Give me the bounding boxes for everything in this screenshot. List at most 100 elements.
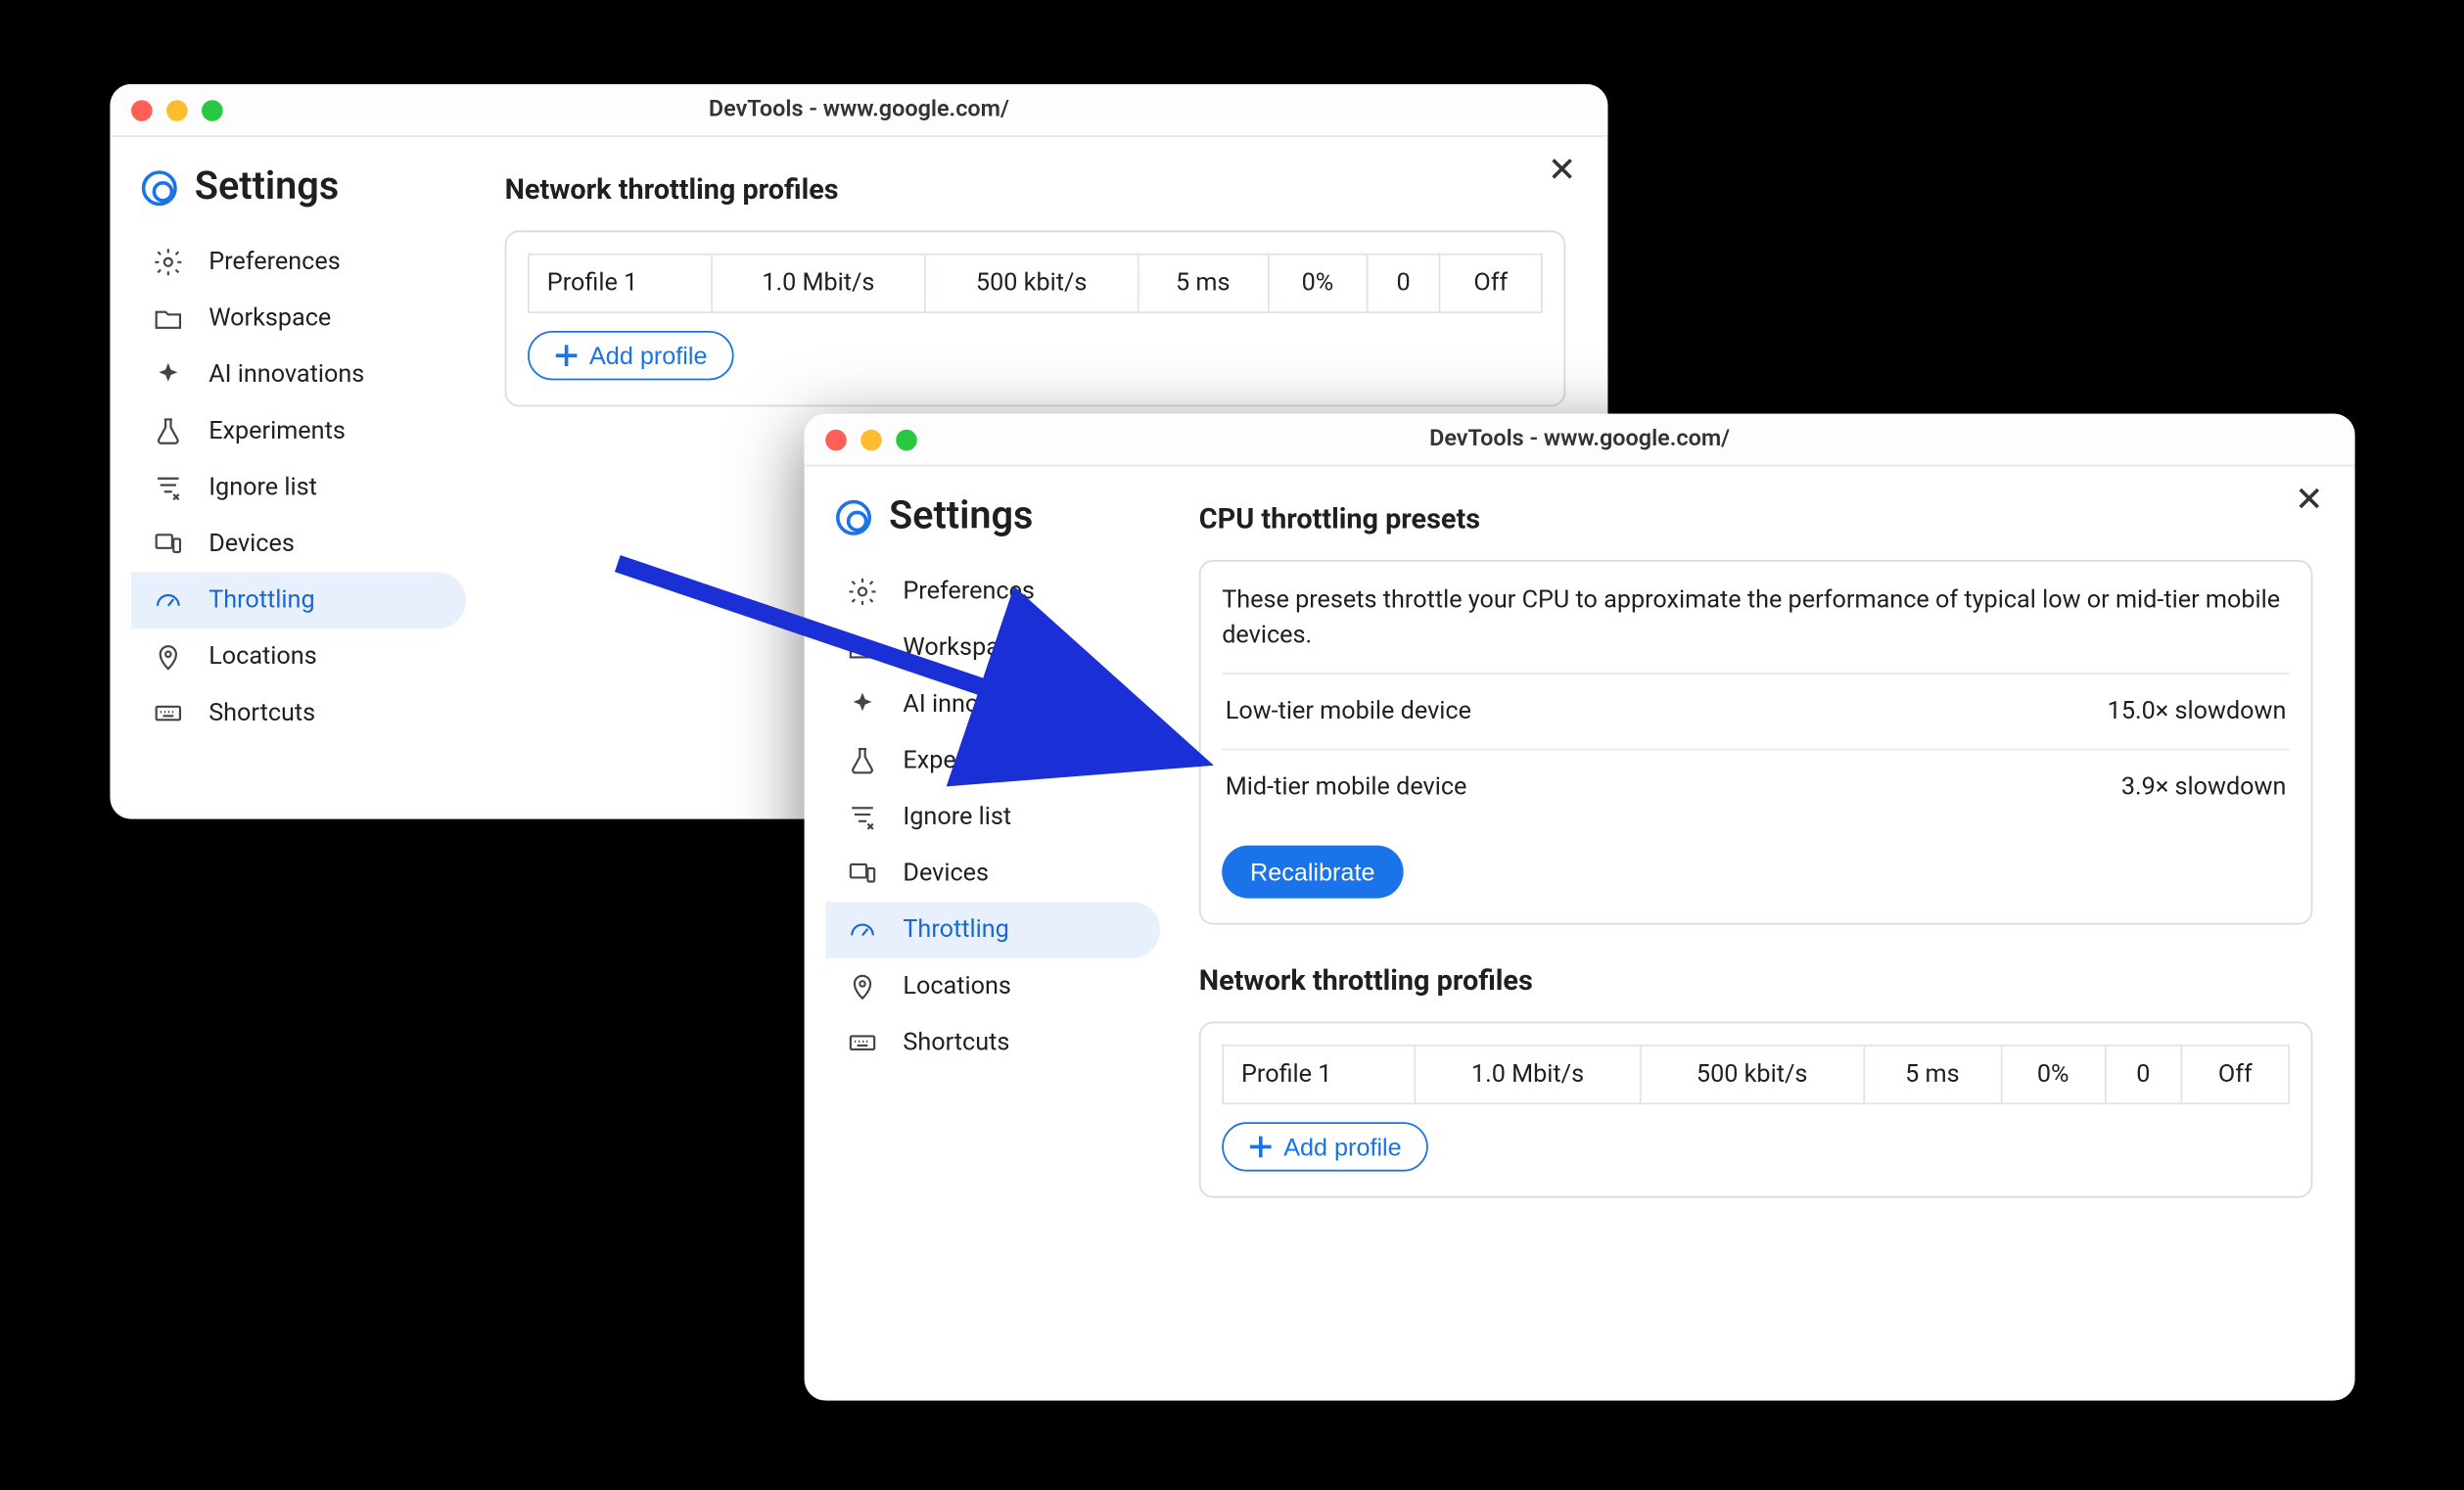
keyboard-icon [846, 1027, 877, 1058]
sidebar-item-ignore-list[interactable]: Ignore list [131, 459, 466, 516]
cpu-throttling-card: These presets throttle your CPU to appro… [1198, 560, 2312, 924]
minimize-icon[interactable] [166, 99, 188, 120]
keyboard-icon [152, 697, 183, 728]
add-profile-button[interactable]: Add profile [528, 331, 733, 380]
sidebar-item-label: Ignore list [903, 803, 1011, 831]
preset-label: Mid-tier mobile device [1225, 772, 1466, 801]
sidebar-item-label: Workspace [903, 633, 1025, 662]
folder-icon [152, 303, 183, 334]
close-settings-button[interactable] [1548, 155, 1576, 190]
table-row[interactable]: Profile 1 1.0 Mbit/s 500 kbit/s 5 ms 0% … [1223, 1045, 2289, 1102]
settings-sidebar: Settings Preferences Workspace AI innova… [804, 466, 1174, 1400]
sidebar-item-ai-innovations[interactable]: AI innovations [131, 347, 466, 403]
sparkle-icon [152, 358, 183, 390]
sidebar-item-preferences[interactable]: Preferences [825, 563, 1160, 620]
sidebar-item-label: Experiments [209, 417, 346, 445]
profile-queue-cell: 0 [2105, 1045, 2181, 1102]
traffic-lights[interactable] [825, 428, 917, 449]
settings-header: Settings [825, 484, 1174, 563]
add-profile-label: Add profile [589, 341, 707, 369]
cpu-throttling-description: These presets throttle your CPU to appro… [1222, 582, 2290, 654]
profile-reorder-cell: Off [2181, 1045, 2289, 1102]
settings-content: CPU throttling presets These presets thr… [1174, 466, 2354, 1400]
sidebar-item-label: Shortcuts [209, 699, 315, 727]
sidebar-item-workspace[interactable]: Workspace [825, 620, 1160, 676]
sidebar-item-label: Locations [209, 642, 317, 671]
section-title-cpu-throttling: CPU throttling presets [1198, 501, 2312, 535]
zoom-icon[interactable] [202, 99, 223, 120]
titlebar[interactable]: DevTools - www.google.com/ [804, 413, 2354, 466]
section-title-network-throttling: Network throttling profiles [1198, 962, 2312, 996]
profile-loss-cell: 0% [2001, 1045, 2105, 1102]
settings-title: Settings [194, 164, 338, 209]
sidebar-item-label: Preferences [903, 578, 1035, 606]
titlebar[interactable]: DevTools - www.google.com/ [110, 84, 1607, 137]
sidebar-item-label: Throttling [903, 915, 1008, 944]
devtools-logo-icon [836, 498, 871, 534]
zoom-icon[interactable] [896, 428, 917, 449]
sidebar-item-devices[interactable]: Devices [825, 845, 1160, 902]
sidebar-item-label: AI innovations [903, 690, 1058, 719]
sidebar-item-label: Devices [903, 860, 989, 888]
close-icon[interactable] [825, 428, 847, 449]
sidebar-item-label: Locations [903, 972, 1011, 1001]
gear-icon [152, 246, 183, 277]
sidebar-item-ai-innovations[interactable]: AI innovations [825, 675, 1160, 732]
profile-name-cell: Profile 1 [1223, 1045, 1415, 1102]
sidebar-item-label: AI innovations [209, 360, 364, 389]
filter-x-icon [846, 801, 877, 832]
location-pin-icon [846, 970, 877, 1001]
gear-icon [846, 576, 877, 607]
add-profile-button[interactable]: Add profile [1222, 1121, 1427, 1170]
sidebar-item-workspace[interactable]: Workspace [131, 290, 466, 347]
section-title-network-throttling: Network throttling profiles [504, 172, 1565, 206]
sidebar-item-locations[interactable]: Locations [825, 957, 1160, 1014]
network-throttling-card: Profile 1 1.0 Mbit/s 500 kbit/s 5 ms 0% … [504, 230, 1565, 406]
devices-icon [152, 528, 183, 559]
gauge-icon [846, 913, 877, 945]
profile-latency-cell: 5 ms [1137, 254, 1268, 311]
sidebar-item-label: Experiments [903, 746, 1040, 774]
profile-download-cell: 1.0 Mbit/s [711, 254, 925, 311]
add-profile-label: Add profile [1283, 1132, 1401, 1160]
sidebar-item-shortcuts[interactable]: Shortcuts [825, 1014, 1160, 1071]
gauge-icon [152, 584, 183, 616]
sidebar-item-shortcuts[interactable]: Shortcuts [131, 684, 466, 741]
profile-latency-cell: 5 ms [1863, 1045, 2001, 1102]
plus-icon [554, 343, 579, 367]
sidebar-item-devices[interactable]: Devices [131, 516, 466, 573]
sidebar-item-preferences[interactable]: Preferences [131, 234, 466, 291]
settings-title: Settings [889, 494, 1033, 538]
preset-value: 3.9× slowdown [2120, 772, 2286, 801]
sidebar-item-locations[interactable]: Locations [131, 629, 466, 685]
sidebar-item-experiments[interactable]: Experiments [131, 402, 466, 459]
sparkle-icon [846, 688, 877, 720]
sidebar-item-label: Ignore list [209, 473, 317, 501]
table-row[interactable]: Profile 1 1.0 Mbit/s 500 kbit/s 5 ms 0% … [528, 254, 1541, 311]
close-settings-button[interactable] [2295, 484, 2323, 519]
throttling-profiles-table: Profile 1 1.0 Mbit/s 500 kbit/s 5 ms 0% … [1222, 1044, 2290, 1103]
devtools-window-after: DevTools - www.google.com/ Settings Pref… [804, 413, 2354, 1400]
minimize-icon[interactable] [860, 428, 882, 449]
filter-x-icon [152, 472, 183, 503]
sidebar-item-experiments[interactable]: Experiments [825, 732, 1160, 789]
profile-download-cell: 1.0 Mbit/s [1415, 1045, 1640, 1102]
window-title: DevTools - www.google.com/ [804, 426, 2354, 452]
network-throttling-card: Profile 1 1.0 Mbit/s 500 kbit/s 5 ms 0% … [1198, 1020, 2312, 1196]
sidebar-item-label: Workspace [209, 304, 331, 333]
flask-icon [152, 415, 183, 446]
profile-upload-cell: 500 kbit/s [1640, 1045, 1863, 1102]
profile-upload-cell: 500 kbit/s [925, 254, 1138, 311]
cpu-preset-low-tier: Low-tier mobile device 15.0× slowdown [1222, 672, 2290, 747]
devices-icon [846, 858, 877, 889]
sidebar-item-label: Devices [209, 530, 295, 558]
sidebar-item-throttling[interactable]: Throttling [131, 572, 466, 629]
sidebar-item-ignore-list[interactable]: Ignore list [825, 789, 1160, 846]
sidebar-item-throttling[interactable]: Throttling [825, 902, 1160, 958]
preset-value: 15.0× slowdown [2107, 696, 2286, 724]
close-icon[interactable] [131, 99, 153, 120]
preset-label: Low-tier mobile device [1225, 696, 1470, 724]
recalibrate-button[interactable]: Recalibrate [1222, 844, 1403, 897]
folder-icon [846, 631, 877, 663]
traffic-lights[interactable] [131, 99, 223, 120]
